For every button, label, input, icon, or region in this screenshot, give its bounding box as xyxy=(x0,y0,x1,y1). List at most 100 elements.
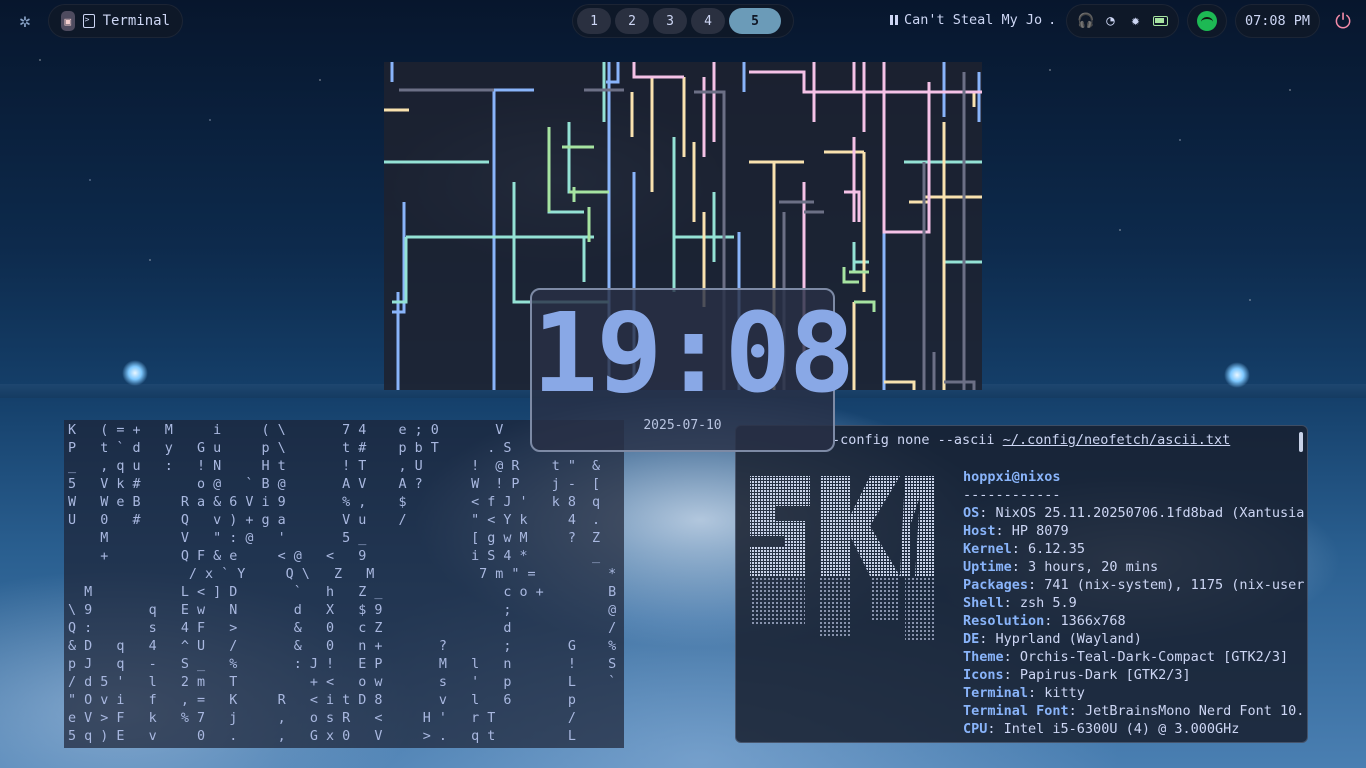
workspace-3[interactable]: 3 xyxy=(653,8,687,34)
battery-icon[interactable] xyxy=(1152,16,1168,26)
neofetch-info-row: OS: NixOS 25.11.20250706.1fd8bad (Xantus… xyxy=(963,504,1304,522)
wallpaper-lamp xyxy=(1224,362,1250,388)
workspace-5[interactable]: 5 xyxy=(729,8,781,34)
neofetch-info-key: CPU xyxy=(963,721,988,737)
neofetch-info-value: 3 hours, 20 mins xyxy=(1028,559,1159,575)
neofetch-info-key: Terminal xyxy=(963,685,1029,701)
neofetch-info-value: JetBrainsMono Nerd Font 10. xyxy=(1084,703,1305,719)
spotify-icon[interactable] xyxy=(1197,11,1217,31)
matrix-line: 5 V k # o @ ` B @ A V A ? W ! P j - [ xyxy=(68,477,601,492)
matrix-line: M L < ] D ` h Z _ c o + B xyxy=(68,585,617,600)
brightness-icon[interactable]: ✹ xyxy=(1128,13,1143,29)
neofetch-info-colon: : xyxy=(1011,559,1029,575)
matrix-line: & D q 4 ^ U / & 0 n + ? ; G % xyxy=(68,639,617,654)
neofetch-info-row: Packages: 741 (nix-system), 1175 (nix-us… xyxy=(963,576,1304,594)
matrix-line: U 0 # Q v ) + g a V u / " < Y k 4 . xyxy=(68,513,601,528)
matrix-line: Q : s 4 F > & 0 c Z d / xyxy=(68,621,617,636)
media-ellipsis: . xyxy=(1048,12,1057,28)
neofetch-info-value: Orchis-Teal-Dark-Compact [GTK2/3] xyxy=(1019,649,1289,665)
neofetch-info-colon: : xyxy=(979,505,996,521)
neofetch-info-key: Packages xyxy=(963,577,1029,593)
matrix-line: _ , q u : ! N H t ! T , U ! @ R t " & xyxy=(68,459,601,474)
neofetch-info-value: 1366x768 xyxy=(1060,613,1126,629)
neofetch-info-value: zsh 5.9 xyxy=(1019,595,1077,611)
matrix-line: W W e B R a & 6 V i 9 % , $ < f J ' k 8 … xyxy=(68,495,601,510)
matrix-line: / d 5 ' l 2 m T + < o w s ' p L ` xyxy=(68,675,617,690)
neofetch-ascii-logo xyxy=(750,476,935,641)
neofetch-info-value: Hyprland (Wayland) xyxy=(995,631,1142,647)
neofetch-info: hoppxi@nixos ------------ OS: NixOS 25.1… xyxy=(963,468,1304,738)
neofetch-info-value: kitty xyxy=(1044,685,1085,701)
neofetch-info-colon: : xyxy=(1028,577,1045,593)
neofetch-terminal-window[interactable]: -config none --ascii ~/.config/neofetch/… xyxy=(735,425,1308,743)
neofetch-command: -config none --ascii ~/.config/neofetch/… xyxy=(832,432,1230,448)
neofetch-info-value: 6.12.35 xyxy=(1028,541,1085,557)
topbar-clock[interactable]: 07:08 PM xyxy=(1235,4,1320,38)
neofetch-info-value: 741 (nix-system), 1175 (nix-user xyxy=(1044,577,1305,593)
neofetch-info-colon: : xyxy=(1068,703,1085,719)
neofetch-info-row: Uptime: 3 hours, 20 mins xyxy=(963,558,1304,576)
clock-widget-date: 2025-07-10 xyxy=(643,418,722,433)
matrix-line: 5 q ) E v 0 . , G x 0 V > . q t L xyxy=(68,729,576,744)
neofetch-info-key: Terminal Font xyxy=(963,703,1069,719)
gear-icon[interactable]: ✲ xyxy=(14,10,36,32)
pause-icon[interactable] xyxy=(890,15,898,25)
clock-widget-time: 19:08 xyxy=(532,289,855,417)
topbar-clock-text: 07:08 PM xyxy=(1244,13,1311,29)
neofetch-info-row: DE: Hyprland (Wayland) xyxy=(963,630,1304,648)
neofetch-info-colon: : xyxy=(995,523,1012,539)
matrix-line: " O v i f , = K R < i t D 8 v l 6 p xyxy=(68,693,576,708)
spotify-pill[interactable] xyxy=(1187,4,1227,38)
neofetch-info-value: NixOS 25.11.20250706.1fd8bad (Xantusia xyxy=(995,505,1305,521)
neofetch-info-colon: : xyxy=(979,631,996,647)
scrollbar[interactable] xyxy=(1299,432,1303,452)
media-player[interactable]: Can't Steal My Jo. xyxy=(890,12,1060,28)
neofetch-info-colon: : xyxy=(987,721,1004,737)
neofetch-info-key: Uptime xyxy=(963,559,1012,575)
cmatrix-terminal-window[interactable]: K ( = + M i ( \ 7 4 e ; 0 VP t ` d y G u… xyxy=(64,420,624,748)
neofetch-ascii-path: ~/.config/neofetch/ascii.txt xyxy=(1002,432,1231,448)
neofetch-separator: ------------ xyxy=(963,487,1061,503)
wallpaper-lamp xyxy=(122,360,148,386)
neofetch-info-colon: : xyxy=(1028,685,1045,701)
neofetch-info-colon: : xyxy=(1003,595,1020,611)
matrix-line: p J q - S _ % : J ! E P M l n ! S xyxy=(68,657,617,672)
workspace-switcher: 1 2 3 4 5 xyxy=(572,4,794,38)
clock-widget: 19:08 2025-07-10 xyxy=(530,288,855,452)
neofetch-info-key: Host xyxy=(963,523,996,539)
neofetch-info-row: Theme: Orchis-Teal-Dark-Compact [GTK2/3] xyxy=(963,648,1304,666)
neofetch-command-prefix: -config none --ascii xyxy=(832,432,1003,448)
workspace-2[interactable]: 2 xyxy=(615,8,649,34)
neofetch-info-key: DE xyxy=(963,631,980,647)
terminal-icon: > xyxy=(82,14,95,28)
neofetch-info-colon: : xyxy=(1003,649,1020,665)
neofetch-info-colon: : xyxy=(1003,667,1020,683)
neofetch-info-key: Resolution xyxy=(963,613,1045,629)
matrix-line: M V " : @ ' 5 _ [ g w M ? Z xyxy=(68,531,601,546)
matrix-line: e V > F k % 7 j , o s R < H ' r T / xyxy=(68,711,576,726)
neofetch-info-row: Host: HP 8079 xyxy=(963,522,1304,540)
matrix-line: + Q F & e < @ < 9 i S 4 * _ xyxy=(68,549,601,564)
neofetch-info-key: OS xyxy=(963,505,980,521)
neofetch-info-colon: : xyxy=(1011,541,1029,557)
neofetch-info-key: Theme xyxy=(963,649,1004,665)
neofetch-info-row: Shell: zsh 5.9 xyxy=(963,594,1304,612)
neofetch-info-value: Intel i5-6300U (4) @ 3.000GHz xyxy=(1003,721,1240,737)
neofetch-info-row: Kernel: 6.12.35 xyxy=(963,540,1304,558)
power-icon[interactable]: ⏻ xyxy=(1332,10,1354,32)
matrix-line: \ 9 q E w N d X $ 9 ; @ xyxy=(68,603,617,618)
neofetch-info-key: Shell xyxy=(963,595,1004,611)
neofetch-info-value: Papirus-Dark [GTK2/3] xyxy=(1019,667,1191,683)
wifi-icon[interactable]: ◔ xyxy=(1103,13,1118,29)
active-window-pill[interactable]: ▣ > Terminal xyxy=(48,4,183,38)
neofetch-info-row: CPU: Intel i5-6300U (4) @ 3.000GHz xyxy=(963,720,1304,738)
neofetch-info-row: Icons: Papirus-Dark [GTK2/3] xyxy=(963,666,1304,684)
neofetch-info-row: Terminal: kitty xyxy=(963,684,1304,702)
headphones-icon[interactable]: 🎧 xyxy=(1077,13,1094,29)
status-tray: 🎧 ◔ ✹ xyxy=(1066,4,1179,38)
workspace-1[interactable]: 1 xyxy=(577,8,611,34)
neofetch-info-key: Icons xyxy=(963,667,1004,683)
workspace-4[interactable]: 4 xyxy=(691,8,725,34)
active-window-title: Terminal xyxy=(102,13,170,29)
neofetch-user-host: hoppxi@nixos xyxy=(963,469,1061,485)
